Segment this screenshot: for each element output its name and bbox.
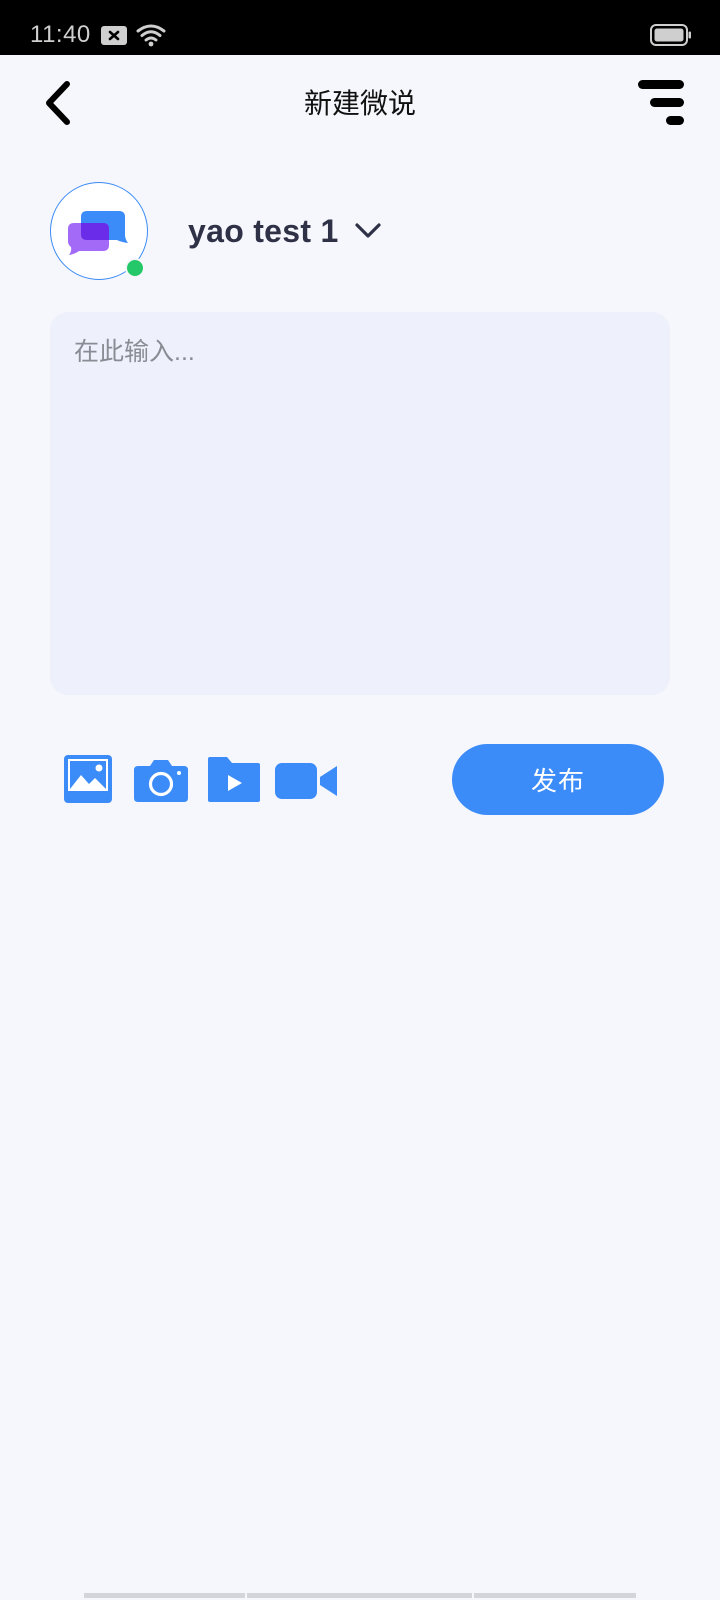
video-camera-icon[interactable] [275,762,339,800]
account-name: yao test 1 [188,212,339,249]
bottom-indicator-segment [247,1593,472,1598]
bottom-indicator-segment [84,1593,245,1598]
page-title: 新建微说 [303,88,416,119]
chat-bubbles-logo-icon [68,211,128,255]
compose-text-input[interactable] [50,312,670,695]
camera-icon[interactable] [133,758,189,802]
compose-box [50,312,670,695]
bottom-indicator-segment [474,1593,636,1598]
video-folder-icon[interactable] [207,755,261,803]
publish-button[interactable]: 发布 [452,744,664,815]
wifi-icon [136,24,166,47]
status-bar: 11:40 [0,0,720,55]
notification-icon [101,26,127,45]
chevron-down-icon [355,223,381,238]
online-status-dot [125,258,145,278]
status-time: 11:40 [30,21,91,48]
battery-icon [650,24,691,46]
image-icon[interactable] [64,755,112,803]
filter-icon[interactable] [636,78,688,130]
account-selector[interactable]: yao test 1 [188,207,381,255]
